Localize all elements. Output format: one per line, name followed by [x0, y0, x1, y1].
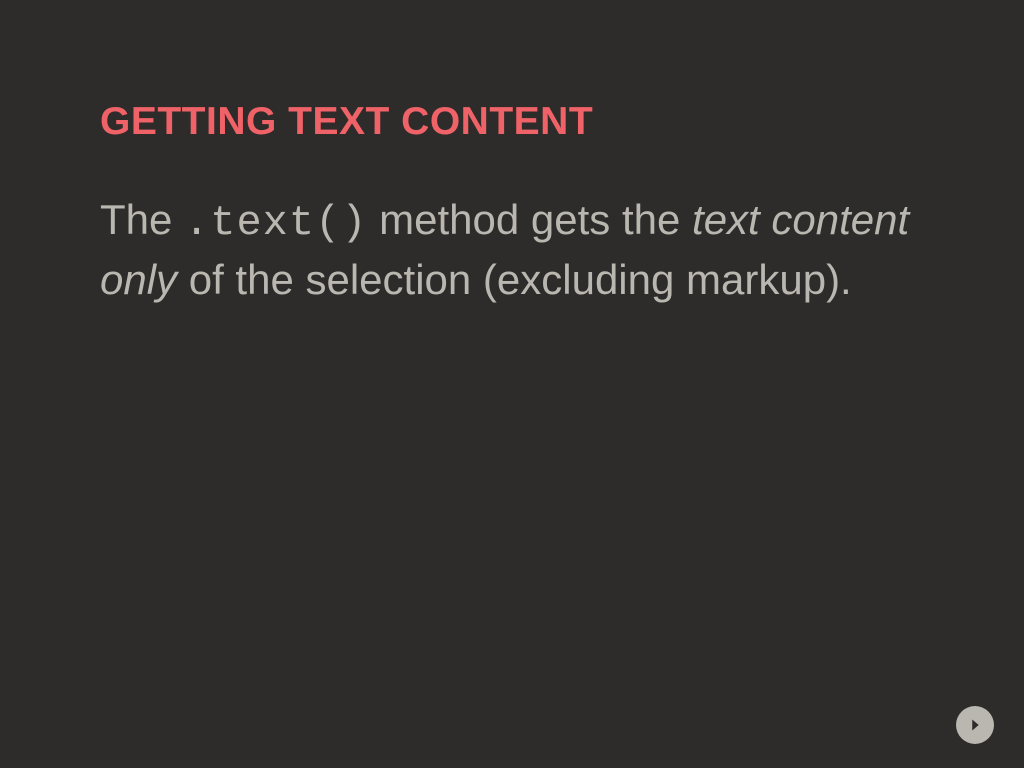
- body-prefix: The: [100, 196, 184, 243]
- slide-heading: GETTING TEXT CONTENT: [100, 100, 924, 144]
- slide-body: The .text() method gets the text content…: [100, 192, 924, 308]
- body-mid: method gets the: [367, 196, 692, 243]
- code-snippet: .text(): [184, 199, 367, 247]
- next-slide-button[interactable]: [956, 706, 994, 744]
- arrow-right-icon: [964, 714, 986, 736]
- body-suffix: of the selection (excluding markup).: [177, 256, 852, 303]
- slide: GETTING TEXT CONTENT The .text() method …: [0, 0, 1024, 768]
